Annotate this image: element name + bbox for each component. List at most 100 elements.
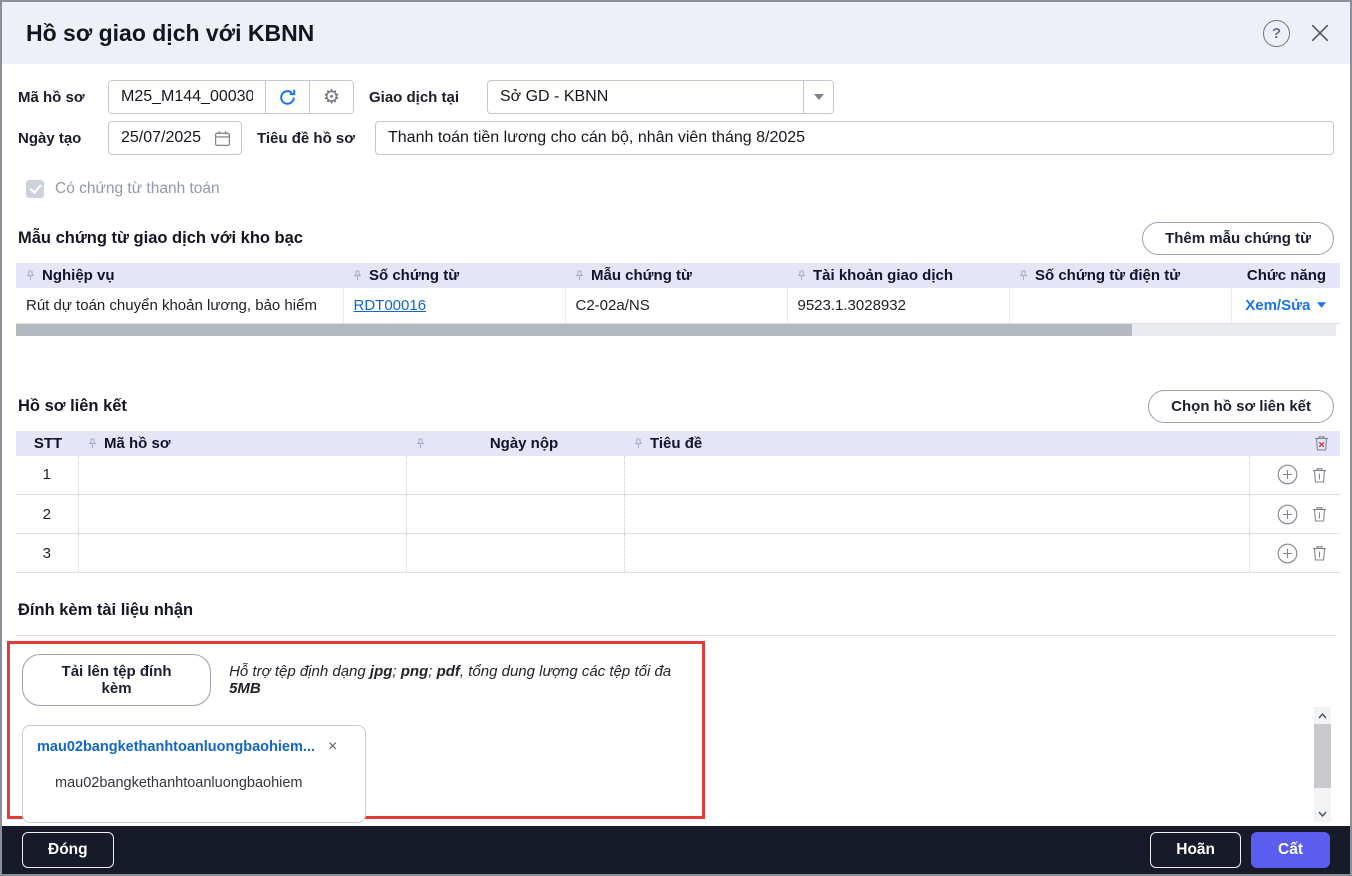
add-row-button[interactable] <box>1277 543 1298 564</box>
linked-section-title: Hồ sơ liên kết <box>18 397 127 416</box>
linked-table-header-row: STT Mã hồ sơ Ngày nộp Tiêu đề <box>16 431 1340 456</box>
linked-files-table: STT Mã hồ sơ Ngày nộp Tiêu đề <box>16 431 1340 574</box>
pin-icon[interactable] <box>1019 270 1028 281</box>
column-header: Tiêu đề <box>650 435 702 452</box>
vertical-scrollbar[interactable] <box>1314 707 1331 822</box>
save-button[interactable]: Cất <box>1251 832 1330 868</box>
scroll-down-icon[interactable] <box>1314 805 1331 822</box>
postpone-button[interactable]: Hoãn <box>1150 832 1241 868</box>
linked-table-row: 2 <box>16 495 1340 534</box>
add-row-button[interactable] <box>1277 504 1298 525</box>
cell-stt: 3 <box>16 534 78 573</box>
attached-file-link[interactable]: mau02bangkethanhtoanluongbaohiem... <box>37 739 315 755</box>
giao-dich-tai-label: Giao dịch tại <box>369 89 487 106</box>
delete-row-button[interactable] <box>1311 466 1328 484</box>
view-edit-menu[interactable]: Xem/Sửa <box>1245 297 1326 314</box>
calendar-icon[interactable] <box>214 130 231 147</box>
scroll-up-icon[interactable] <box>1314 707 1331 724</box>
ma-ho-so-group: ⚙ <box>108 80 354 114</box>
voucher-table-header-row: Nghiệp vụ Số chứng từ Mẫu chứng từ Tài k… <box>16 263 1340 288</box>
voucher-number-link[interactable]: RDT00016 <box>354 297 427 314</box>
delete-row-button[interactable] <box>1311 505 1328 523</box>
cell-tieu-de <box>624 495 1249 534</box>
plus-circle-icon <box>1277 543 1298 564</box>
horizontal-scrollbar[interactable] <box>16 324 1336 336</box>
cell-tai-khoan: 9523.1.3028932 <box>787 288 1009 323</box>
column-header: Mẫu chứng từ <box>591 267 692 284</box>
trash-icon <box>1311 544 1328 562</box>
voucher-table: Nghiệp vụ Số chứng từ Mẫu chứng từ Tài k… <box>16 263 1340 324</box>
column-header: Chức năng <box>1231 263 1340 288</box>
column-header: Số chứng từ <box>369 267 459 284</box>
pin-icon[interactable] <box>353 270 362 281</box>
giao-dich-tai-select[interactable]: Sở GD - KBNN <box>487 80 834 114</box>
horizontal-scrollbar-thumb[interactable] <box>16 324 1132 336</box>
ma-ho-so-label: Mã hồ sơ <box>18 89 108 106</box>
remove-file-icon[interactable]: × <box>328 739 337 755</box>
cell-mau-chung-tu: C2-02a/NS <box>565 288 787 323</box>
ngay-tao-datepicker[interactable]: 25/07/2025 <box>108 121 242 155</box>
column-header: Mã hồ sơ <box>104 435 171 452</box>
pin-icon[interactable] <box>575 270 584 281</box>
cell-stt: 2 <box>16 495 78 534</box>
pin-icon[interactable] <box>416 438 425 449</box>
payment-voucher-check-row: Có chứng từ thanh toán <box>26 180 1334 198</box>
form-row-2: Ngày tạo 25/07/2025 Tiêu đề hồ sơ <box>18 121 1334 155</box>
delete-row-button[interactable] <box>1311 544 1328 562</box>
pin-icon[interactable] <box>88 438 97 449</box>
attached-file-name: mau02bangkethanhtoanluongbaohiem <box>55 775 353 791</box>
column-header: Tài khoản giao dịch <box>813 267 953 284</box>
plus-circle-icon <box>1277 504 1298 525</box>
attachment-highlight-box: Tải lên tệp đính kèm Hỗ trợ tệp định dạn… <box>7 641 705 819</box>
page-title: Hồ sơ giao dịch với KBNN <box>26 20 314 47</box>
cell-ngay-nop <box>406 456 624 495</box>
settings-button[interactable]: ⚙ <box>309 81 353 113</box>
upload-file-button[interactable]: Tải lên tệp đính kèm <box>22 654 211 706</box>
voucher-section-header: Mẫu chứng từ giao dịch với kho bạc Thêm … <box>18 222 1334 255</box>
add-row-button[interactable] <box>1277 464 1298 485</box>
plus-circle-icon <box>1277 464 1298 485</box>
dialog-footer: Đóng Hoãn Cất <box>2 826 1350 874</box>
kbnn-transaction-dialog: Hồ sơ giao dịch với KBNN ? Mã hồ sơ <box>0 0 1352 876</box>
linked-section-header: Hồ sơ liên kết Chọn hồ sơ liên kết <box>18 390 1334 423</box>
cell-tieu-de <box>624 456 1249 495</box>
add-voucher-button[interactable]: Thêm mẫu chứng từ <box>1142 222 1334 255</box>
dialog-body: Mã hồ sơ ⚙ Giao dịch tại Sở GD - KBNN <box>2 64 1350 826</box>
dialog-titlebar: Hồ sơ giao dịch với KBNN ? <box>2 2 1350 64</box>
chevron-down-icon[interactable] <box>803 81 833 113</box>
form-row-1: Mã hồ sơ ⚙ Giao dịch tại Sở GD - KBNN <box>18 80 1334 114</box>
choose-linked-file-button[interactable]: Chọn hồ sơ liên kết <box>1148 390 1334 423</box>
ma-ho-so-input[interactable] <box>109 81 265 113</box>
cell-stt: 1 <box>16 456 78 495</box>
giao-dich-tai-value: Sở GD - KBNN <box>488 88 803 106</box>
vertical-scrollbar-thumb[interactable] <box>1314 724 1331 788</box>
divider <box>16 635 1336 636</box>
upload-hint: Hỗ trợ tệp định dạng jpg; png; pdf, tổng… <box>229 663 690 697</box>
cell-nghiep-vu: Rút dự toán chuyển khoản lương, bảo hiểm <box>16 288 343 323</box>
pin-icon[interactable] <box>797 270 806 281</box>
cell-ngay-nop <box>406 495 624 534</box>
refresh-icon <box>277 87 298 108</box>
trash-x-icon <box>1313 434 1330 452</box>
voucher-section-title: Mẫu chứng từ giao dịch với kho bạc <box>18 229 303 248</box>
chevron-down-icon <box>1317 302 1326 308</box>
linked-table-row: 1 <box>16 456 1340 495</box>
cell-so-ct-dien-tu <box>1009 288 1231 323</box>
close-icon[interactable] <box>1310 23 1330 43</box>
column-header: Số chứng từ điện tử <box>1035 267 1180 284</box>
refresh-button[interactable] <box>265 81 309 113</box>
delete-all-rows-button[interactable] <box>1313 434 1330 452</box>
attachment-section-title: Đính kèm tài liệu nhận <box>18 601 1334 620</box>
pin-icon[interactable] <box>26 270 35 281</box>
payment-voucher-checkbox-label: Có chứng từ thanh toán <box>55 180 220 198</box>
cell-ma-ho-so <box>78 456 406 495</box>
trash-icon <box>1311 466 1328 484</box>
pin-icon[interactable] <box>634 438 643 449</box>
ngay-tao-value: 25/07/2025 <box>121 129 206 147</box>
trash-icon <box>1311 505 1328 523</box>
cell-ma-ho-so <box>78 534 406 573</box>
help-icon[interactable]: ? <box>1263 20 1290 47</box>
close-button[interactable]: Đóng <box>22 832 114 868</box>
tieu-de-input[interactable] <box>375 121 1334 155</box>
column-header: STT <box>16 431 78 456</box>
